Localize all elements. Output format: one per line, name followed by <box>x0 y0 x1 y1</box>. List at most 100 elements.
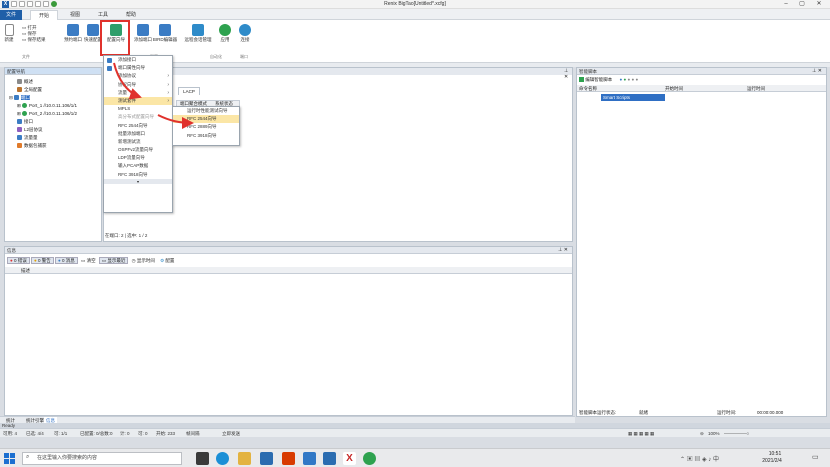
protocol-icon <box>17 127 22 133</box>
menu-scroll-handle[interactable]: ▾ <box>104 178 172 184</box>
menu-item-new-flow[interactable]: 新增测试流 <box>104 138 172 146</box>
warning-filter[interactable]: 0 警告 <box>38 258 51 263</box>
tree-item-overview[interactable]: 概述 <box>5 78 101 86</box>
info-icon: ● <box>58 258 61 263</box>
recent-icon: ▭ <box>101 258 107 263</box>
undo-icon[interactable] <box>35 1 41 7</box>
ribbon-tabs: 文件 开始 视图 工具 帮助 <box>0 9 830 20</box>
clock-date: 2021/2/4 <box>762 458 782 464</box>
tree-item-port1[interactable]: ⊞ Port_1 //10.0.11.106/1/1 <box>5 102 101 110</box>
script-icon <box>579 77 584 83</box>
app-logo-icon: X <box>2 1 9 8</box>
edit-script-button[interactable]: 编辑智能脚本 <box>585 77 612 82</box>
right-panel-title: 智能脚本 <box>577 68 826 75</box>
pin-icon[interactable]: ⊥ ✕ <box>558 247 568 253</box>
col-command: 命令名称 <box>579 86 597 91</box>
log-panel: 信息 ⊥ ✕ ● 0 错误 ● 0 警告 ● 0 消息 ▭ 清空 ▭ 显示最近 … <box>4 246 573 416</box>
tray-icons[interactable]: ⌃ ▣ ▤ ◈ ♪ 中 <box>680 454 719 463</box>
annotation-arrows <box>113 62 194 129</box>
mail-icon[interactable] <box>260 452 273 465</box>
tree-item-global[interactable]: 全局配置 <box>5 86 101 94</box>
play-icon[interactable]: ● <box>624 77 627 82</box>
run-icon[interactable] <box>51 1 57 7</box>
explorer-icon[interactable] <box>238 452 251 465</box>
pin-icon[interactable]: ⊥ ✕ <box>812 68 822 74</box>
save-results-button[interactable]: ▭ 保存结果 <box>22 37 46 43</box>
stop-icon[interactable]: ● <box>628 77 631 82</box>
tree-item-capture[interactable]: 数据包捕获 <box>5 142 101 150</box>
log-grid-header: 描述 <box>5 267 572 274</box>
office-icon[interactable] <box>282 452 295 465</box>
tree-item-interface[interactable]: 接口 <box>5 118 101 126</box>
pin-icon[interactable]: ⊥ ✕ <box>564 68 572 80</box>
task-view-icon[interactable] <box>196 452 209 465</box>
pause-icon[interactable]: ● <box>635 77 638 82</box>
message-filter[interactable]: 0 消息 <box>62 258 75 263</box>
tree-item-ports[interactable]: ⊟ 端口 <box>5 94 101 102</box>
clear-icon: ▭ <box>81 258 86 263</box>
menu-item-pcap[interactable]: 输入PCAP数据 <box>104 162 172 170</box>
script-row[interactable]: Smart Scripts <box>601 94 665 101</box>
renix-x-icon[interactable]: X <box>343 452 356 465</box>
status-start: 开始: 233 <box>156 431 176 436</box>
notification-icon[interactable]: ▭ <box>812 453 819 461</box>
maximize-button[interactable]: ▢ <box>796 0 808 9</box>
window-title: Renix BigTao[Untitled*.xcfg] <box>384 1 446 7</box>
menu-item-ospfv2[interactable]: OSPFv2流量向导 <box>104 146 172 154</box>
view-icons[interactable]: ▦ ▦ ▦ ▦ ▦ <box>628 430 654 437</box>
open-icon[interactable] <box>19 1 25 7</box>
add-icon[interactable]: ● <box>620 77 623 82</box>
tab-help[interactable]: 帮助 <box>118 10 144 20</box>
clear-button[interactable]: 清空 <box>87 258 96 263</box>
port-icon <box>67 24 79 36</box>
taskbar: 在这里输入你要搜索的内容 ⌕ X ⌃ ▣ ▤ ◈ ♪ 中 10:51 2021/… <box>0 448 830 467</box>
menu-item-rfc3918[interactable]: RFC 3918向导 <box>104 171 172 179</box>
warning-icon: ● <box>34 258 37 263</box>
error-filter[interactable]: 0 错误 <box>14 258 27 263</box>
minimize-button[interactable]: – <box>780 0 792 9</box>
zoom-slider[interactable]: —————○ <box>724 430 749 437</box>
col-description: 描述 <box>21 268 30 273</box>
capture-icon <box>17 143 22 149</box>
app-icon[interactable] <box>303 452 316 465</box>
tab-start[interactable]: 开始 <box>30 10 59 20</box>
log-panel-title: 信息 <box>5 247 572 254</box>
step-icon[interactable]: ● <box>631 77 634 82</box>
tree-item-traffic[interactable]: 流量量 <box>5 134 101 142</box>
traffic-icon <box>17 135 22 141</box>
redo-icon[interactable] <box>43 1 49 7</box>
connect-button[interactable]: 连接 <box>232 22 258 52</box>
tree-item-port2[interactable]: ⊞ Port_2 //10.0.11.106/1/2 <box>5 110 101 118</box>
wechat-icon[interactable] <box>363 452 376 465</box>
save-icon[interactable] <box>27 1 33 7</box>
port-group-icon <box>14 95 20 101</box>
script-time-value: 00:00:00.000 <box>757 410 784 415</box>
interface-icon <box>17 119 22 125</box>
show-time-button[interactable]: 显示时间 <box>137 258 155 263</box>
show-recent-button[interactable]: 显示最近 <box>107 258 125 263</box>
menu-item-ldp[interactable]: LDP流量向导 <box>104 154 172 162</box>
new-file-button[interactable]: 新建 <box>2 22 16 52</box>
status-configured: 已配置: 0/总数:0 <box>80 431 113 436</box>
clock-time: 10:51 <box>768 451 782 457</box>
status-green-icon <box>22 103 28 109</box>
status-green-icon <box>22 111 28 117</box>
config-navigator: 配置导航 概述 全局配置 ⊟ 端口 ⊞ Port_1 //10.0.11.106… <box>4 67 102 242</box>
group-label-file: 文件 <box>22 54 30 59</box>
taskbar-search-input[interactable]: 在这里输入你要搜索的内容 <box>22 452 182 465</box>
store-icon[interactable] <box>323 452 336 465</box>
zoom-out-icon[interactable]: ⊖ <box>700 430 704 437</box>
edge-icon[interactable] <box>216 452 229 465</box>
tree-item-l2[interactable]: L2层协议 <box>5 126 101 134</box>
new-icon[interactable] <box>11 1 17 7</box>
tab-file[interactable]: 文件 <box>0 10 22 20</box>
link-icon <box>239 24 251 36</box>
center-footer: 在端口: 2 | 选中: 1 / 2 <box>105 233 148 238</box>
close-button[interactable]: ✕ <box>813 0 825 9</box>
tab-view[interactable]: 视图 <box>62 10 88 20</box>
tab-tools[interactable]: 工具 <box>90 10 116 20</box>
status-send: 立即发送 <box>222 431 240 436</box>
status-selected: 已选: 4/4 <box>26 431 44 436</box>
settings-button[interactable]: 配置 <box>165 258 174 263</box>
windows-start-icon[interactable] <box>4 453 15 464</box>
